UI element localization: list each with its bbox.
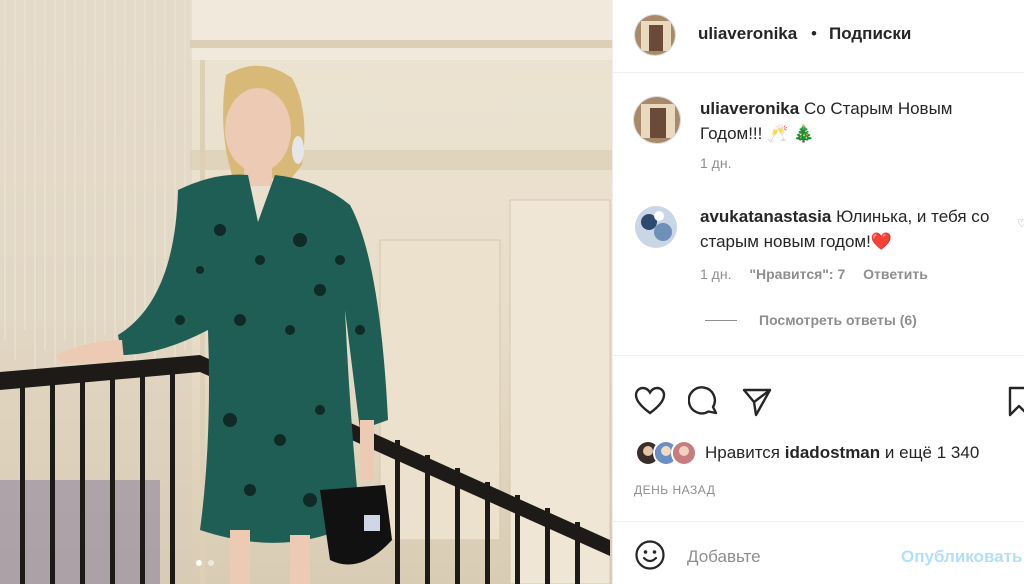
comment-input[interactable]: Добавьте <box>687 547 761 567</box>
like-icon[interactable] <box>634 386 666 421</box>
carousel-dot <box>196 560 202 566</box>
likes-user[interactable]: idadostman <box>785 443 880 462</box>
comment-likes[interactable]: "Нравится": 7 <box>749 266 845 282</box>
save-icon[interactable] <box>1007 386 1024 423</box>
photo-illustration <box>0 0 612 584</box>
comment-meta: 1 дн. "Нравится": 7 Ответить <box>700 266 928 282</box>
post-photo[interactable] <box>0 0 612 584</box>
header-separator: • <box>811 24 817 43</box>
carousel-dot <box>208 560 214 566</box>
comment-icon[interactable] <box>687 386 720 423</box>
commenter-avatar[interactable] <box>635 206 677 248</box>
likes-suffix[interactable]: и ещё 1 340 <box>885 443 979 462</box>
caption-text: uliaveronika Со Старым Новым Годом!!! 🥂 … <box>700 96 1010 146</box>
post-date: ДЕНЬ НАЗАД <box>634 483 716 497</box>
likes-summary: Нравится idadostman и ещё 1 340 <box>635 440 979 466</box>
reply-button[interactable]: Ответить <box>863 266 928 282</box>
emoji-icon[interactable] <box>634 539 666 576</box>
comment-text: avukatanastasia Юлинька, и тебя со стары… <box>700 204 1010 254</box>
comment-username[interactable]: avukatanastasia <box>700 207 831 226</box>
author-avatar[interactable] <box>634 14 676 56</box>
following-button[interactable]: Подписки <box>829 24 911 44</box>
add-comment-bar: Добавьте Опубликовать <box>613 521 1024 584</box>
post-sidebar: uliaveronika • Подписки uliaveronika Со … <box>612 0 1024 584</box>
liker-avatar[interactable] <box>671 440 697 466</box>
author-username[interactable]: uliaveronika <box>698 24 797 44</box>
caption-avatar[interactable] <box>633 96 681 144</box>
replies-divider <box>705 319 737 321</box>
share-icon[interactable] <box>741 386 773 423</box>
carousel-indicator <box>196 560 214 566</box>
likes-prefix: Нравится <box>705 443 781 462</box>
caption-username[interactable]: uliaveronika <box>700 99 799 118</box>
caption-time: 1 дн. <box>700 155 732 171</box>
view-replies-button[interactable]: Посмотреть ответы (6) <box>705 312 917 328</box>
post-header: uliaveronika • Подписки <box>613 0 1024 73</box>
post-actions: Нравится idadostman и ещё 1 340 ДЕНЬ НАЗ… <box>613 355 1024 584</box>
publish-button[interactable]: Опубликовать <box>901 547 1022 567</box>
likes-text: Нравится idadostman и ещё 1 340 <box>705 443 979 463</box>
comment-like-icon[interactable]: ♡ <box>1017 217 1024 230</box>
view-replies-label: Посмотреть ответы (6) <box>759 312 917 328</box>
comment-time: 1 дн. <box>700 266 732 282</box>
